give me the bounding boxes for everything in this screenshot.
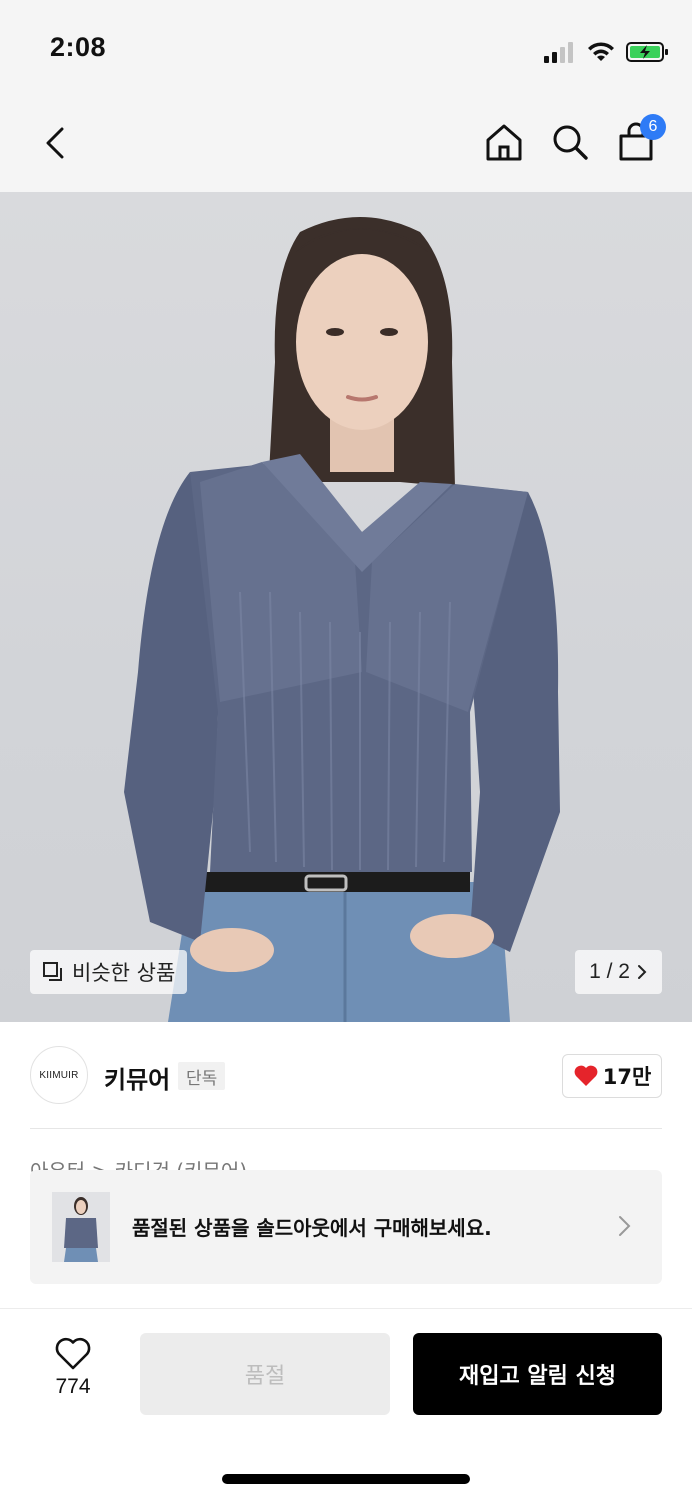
search-icon (553, 125, 588, 160)
cellular-signal-icon (544, 42, 573, 63)
bottom-action-bar: 774 품절 재입고 알림 신청 (0, 1308, 692, 1500)
chevron-left-icon (46, 127, 64, 159)
chevron-right-icon (638, 965, 647, 979)
soldout-banner-message: 품절된 상품을 솔드아웃에서 구매해보세요. (132, 1216, 492, 1240)
back-button[interactable] (30, 118, 80, 168)
exclusive-badge: 단독 (178, 1062, 226, 1090)
home-icon (486, 124, 522, 161)
page-indicator-text: 1 / 2 (589, 960, 630, 983)
restock-alert-button[interactable]: 재입고 알림 신청 (413, 1333, 662, 1415)
similar-products-button[interactable]: 비슷한 상품 (30, 950, 188, 994)
home-indicator[interactable] (222, 1474, 470, 1484)
wishlist-button[interactable]: 774 (38, 1337, 108, 1409)
similar-products-label: 비슷한 상품 (72, 961, 176, 985)
brand-row: KIIMUIR 키뮤어 단독 17만 (0, 1022, 692, 1128)
product-photo (124, 217, 560, 1022)
brand-like-count: 17만 (602, 1065, 652, 1089)
brand-name[interactable]: 키뮤어 (104, 1060, 170, 1095)
status-time: 2:08 (50, 32, 107, 62)
soldout-product-thumbnail (52, 1192, 110, 1262)
cart-button[interactable]: 6 (612, 114, 666, 166)
search-button[interactable] (546, 118, 594, 166)
status-icons (544, 38, 670, 66)
home-button[interactable] (480, 118, 528, 166)
battery-charging-icon (626, 42, 668, 62)
hidden-content-peek (32, 1284, 162, 1290)
brand-like-button[interactable]: 17만 (562, 1054, 662, 1098)
wifi-icon (588, 42, 614, 61)
product-image-gallery[interactable]: 비슷한 상품 1 / 2 (0, 192, 692, 1022)
status-bar: 2:08 (0, 0, 692, 96)
chevron-right-icon (619, 1216, 631, 1236)
wishlist-count: 774 (55, 1375, 91, 1398)
soldout-banner[interactable]: 품절된 상품을 솔드아웃에서 구매해보세요. (30, 1170, 662, 1284)
heart-outline-icon (55, 1337, 91, 1370)
section-divider (30, 1128, 662, 1129)
heart-filled-icon (574, 1065, 598, 1086)
image-page-indicator[interactable]: 1 / 2 (575, 950, 662, 994)
cart-count-badge: 6 (640, 114, 666, 140)
brand-logo[interactable]: KIIMUIR (30, 1046, 88, 1104)
soldout-button[interactable]: 품절 (140, 1333, 390, 1415)
top-nav-bar: 6 (0, 96, 692, 192)
stacked-squares-icon (43, 962, 62, 981)
